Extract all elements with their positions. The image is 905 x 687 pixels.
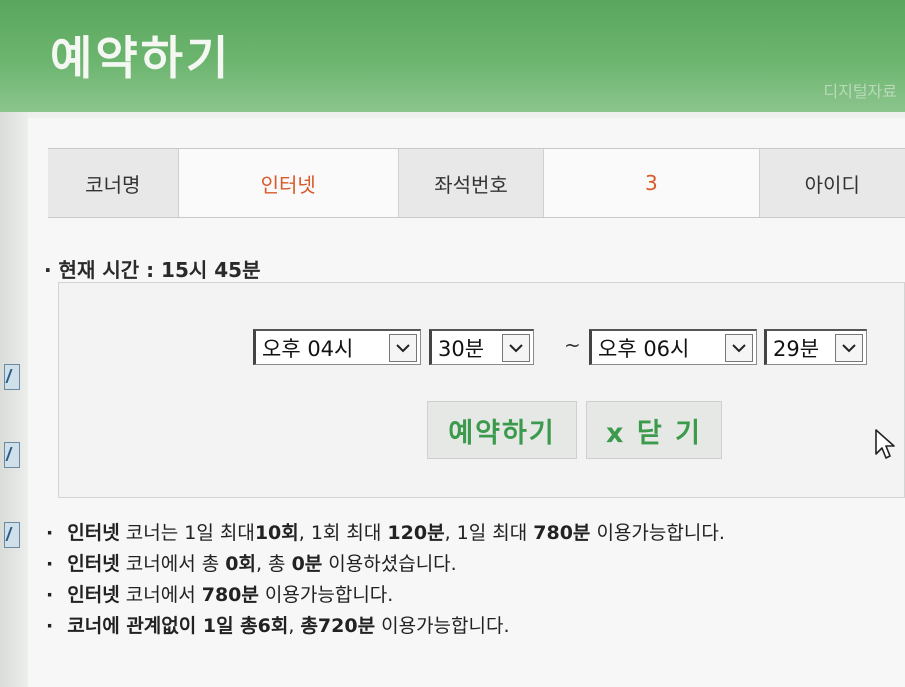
usage-notes: 인터넷 코너는 1일 최대10회, 1회 최대 120분, 1일 최대 780분… (46, 518, 725, 642)
note-item: 인터넷 코너에서 780분 이용가능합니다. (46, 580, 725, 611)
end-hour-select[interactable]: 오후 06시 (589, 329, 757, 365)
edit-icon (4, 522, 20, 548)
time-range-separator: ~ (564, 333, 581, 357)
corner-value: 인터넷 (178, 149, 399, 217)
left-background-window (0, 112, 28, 687)
chevron-down-icon[interactable] (835, 333, 863, 362)
note-item: 인터넷 코너에서 총 0회, 총 0분 이용하셨습니다. (46, 549, 725, 580)
header-bar: 예약하기 디지털자료 (0, 0, 905, 112)
page-title: 예약하기 (50, 31, 232, 85)
end-hour-value: 오후 06시 (598, 336, 690, 361)
start-hour-value: 오후 04시 (262, 336, 354, 361)
info-table: 코너명 인터넷 좌석번호 3 아이디 (48, 148, 905, 218)
seat-value: 3 (544, 149, 760, 217)
seat-label: 좌석번호 (398, 149, 545, 217)
end-minute-select[interactable]: 29분 (764, 329, 867, 365)
booking-box: 오후 04시 30분 ~ 오후 06시 29분 예약하기 x 닫 기 (58, 282, 905, 498)
chevron-down-icon[interactable] (389, 333, 417, 362)
close-button[interactable]: x 닫 기 (586, 401, 722, 459)
reservation-panel: 코너명 인터넷 좌석번호 3 아이디 · 현재 시간 : 15시 45분 오후 … (28, 118, 905, 687)
start-minute-select[interactable]: 30분 (429, 329, 534, 365)
current-time: · 현재 시간 : 15시 45분 (44, 258, 261, 282)
header-corner-text: 디지털자료 (823, 82, 897, 101)
note-item: 인터넷 코너는 1일 최대10회, 1회 최대 120분, 1일 최대 780분… (46, 518, 725, 549)
start-minute-value: 30분 (438, 336, 485, 361)
mouse-pointer-icon (875, 429, 895, 459)
corner-label: 코너명 (48, 149, 179, 217)
edit-icon (4, 442, 20, 468)
start-hour-select[interactable]: 오후 04시 (253, 329, 421, 365)
edit-icon (4, 364, 20, 390)
chevron-down-icon[interactable] (725, 333, 753, 362)
end-minute-value: 29분 (773, 336, 820, 361)
id-label: 아이디 (759, 149, 905, 217)
reserve-button[interactable]: 예약하기 (427, 401, 577, 459)
note-item: 코너에 관계없이 1일 총6회, 총720분 이용가능합니다. (46, 611, 725, 642)
chevron-down-icon[interactable] (502, 333, 530, 362)
